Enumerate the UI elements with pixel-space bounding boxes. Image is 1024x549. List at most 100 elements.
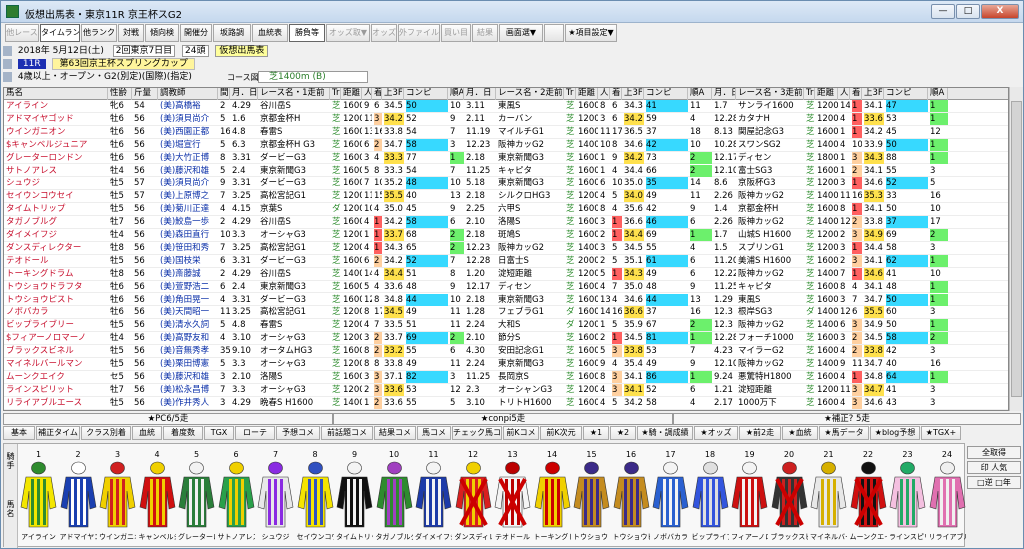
header-cell[interactable]: 着 (372, 88, 382, 100)
silk-item[interactable]: 18 ビップライブ (692, 450, 729, 546)
silk-item[interactable]: 22 ムーンクエイ (850, 450, 887, 546)
table-row[interactable]: マイネルバールマン牡556(美)栗田博憲53.3オーシャG3芝12008833.… (4, 358, 1008, 371)
table-row[interactable]: トウショウドラフタ牡656(美)萱野浩二62.4東京新聞G3芝16005433.… (4, 280, 1008, 294)
scroll-thumb[interactable] (1011, 101, 1022, 397)
view-button[interactable]: ★TGX+ (921, 426, 961, 440)
minimize-button[interactable]: — (931, 4, 955, 19)
silk-item[interactable]: 6 サトノアレス (218, 450, 255, 546)
header-cell[interactable]: 上3F (622, 88, 644, 100)
toolbar-button[interactable]: 傾向検 (145, 24, 179, 42)
silk-item[interactable]: 24 リライアブル (929, 450, 966, 546)
table-row[interactable]: ダンスディレクター牡856(美)笹田和秀73.25高松宮記G1芝12004134… (4, 241, 1008, 255)
course-map-link[interactable]: コース図 (227, 72, 259, 84)
view-button[interactable]: ★馬データ (819, 426, 869, 440)
header-cell[interactable]: 馬名 (4, 88, 108, 100)
toolbar-button[interactable]: 画面選▼ (499, 24, 543, 42)
header-cell[interactable]: 上3F (382, 88, 404, 100)
header-cell[interactable]: 順A (448, 88, 464, 100)
toolbar-button[interactable]: オッズ取▼ (326, 24, 370, 42)
view-button[interactable]: 前Kコメ (503, 426, 539, 440)
toolbar-button[interactable]: 勝負等 (289, 24, 325, 42)
header-cell[interactable]: 月．日 (464, 88, 496, 100)
header-cell[interactable]: コンピ (644, 88, 688, 100)
header-cell[interactable]: 月．日 (230, 88, 258, 100)
silk-item[interactable]: 23 ラインスピリ (889, 450, 926, 546)
silk-item[interactable]: 5 グレーターロ (178, 450, 215, 546)
toolbar-button[interactable]: 買い目 (441, 24, 471, 42)
toolbar-button[interactable] (544, 24, 564, 42)
table-row[interactable]: テオドール牡556(美)国枝栄63.31ダービーG3芝16006234.2527… (4, 254, 1008, 268)
silk-item[interactable]: 17 ノボバカラ (652, 450, 689, 546)
toolbar-button[interactable]: 外ファイル (398, 24, 440, 42)
section-header[interactable]: ★補正? 5走 (673, 413, 1021, 425)
silk-item[interactable]: 20 ブラックスピ (771, 450, 808, 546)
table-row[interactable]: $フィアーノロマーノ牡456(美)高野友和43.10オーシャG3芝1200323… (4, 332, 1008, 346)
view-button[interactable]: ★前2走 (739, 426, 781, 440)
header-cell[interactable]: 順A (928, 88, 948, 100)
view-button[interactable]: チェック馬コメ (452, 426, 502, 440)
silk-item[interactable]: 1 アイライン (20, 450, 57, 546)
view-button[interactable]: ★騎・調成績 (637, 426, 693, 440)
silk-item[interactable]: 19 フィアーノロ (731, 450, 768, 546)
silk-item[interactable]: 21 マイネルバー (810, 450, 847, 546)
silk-item[interactable]: 4 キャンベルジ (139, 450, 176, 546)
header-cell[interactable]: 人 (362, 88, 372, 100)
table-row[interactable]: アイライン牝654(美)高橋裕24.29谷川岳S芝16009634.550103… (4, 100, 1008, 113)
view-button[interactable]: ★オッズ (694, 426, 738, 440)
header-cell[interactable]: 調教師 (158, 88, 218, 100)
toolbar-button[interactable]: 対戦 (118, 24, 144, 42)
view-button[interactable]: クラス別着 (81, 426, 131, 440)
view-button[interactable]: 補正タイム (36, 426, 80, 440)
table-row[interactable]: $キャンベルジュニア牡656(美)堀宣行56.3京都金杯H G3芝1600623… (4, 138, 1008, 152)
silk-item[interactable]: 9 タイムトリッ (336, 450, 373, 546)
table-row[interactable]: アドマイヤゴッド牡656(美)須貝尚介51.6京都金杯H芝120011334.2… (4, 112, 1008, 126)
view-button[interactable]: ★1 (583, 426, 609, 440)
table-row[interactable]: リライアブルエース牡556(美)作井秀人34.29晩春S H1600芝14001… (4, 396, 1008, 410)
view-button[interactable]: 予想コメ (276, 426, 320, 440)
toolbar-button[interactable]: 結果 (472, 24, 498, 42)
silk-item[interactable]: 14 トーキングド (534, 450, 571, 546)
header-cell[interactable]: Tr (564, 88, 576, 100)
header-cell[interactable]: レース名・2走前 (496, 88, 564, 100)
right-panel-button[interactable]: 印 人気 (967, 461, 1021, 474)
view-button[interactable]: 馬コメ (417, 426, 451, 440)
silk-item[interactable]: 2 アドマイヤゴ (60, 450, 97, 546)
silk-item[interactable]: 7 シュウジ (257, 450, 294, 546)
table-row[interactable]: ビップライブリー牡556(美)清水久詞54.8春雷S芝12004733.5511… (4, 319, 1008, 333)
silk-item[interactable]: 12 ダンスディレ (455, 450, 492, 546)
silk-item[interactable]: 11 ダイメイフジ (415, 450, 452, 546)
view-button[interactable]: 前K次元 (540, 426, 582, 440)
toolbar-button[interactable]: タイムランク (40, 24, 80, 42)
toolbar-button[interactable]: 坂路調 (213, 24, 251, 42)
table-row[interactable]: ウインガニオン牡656(美)西園正都164.8春雷S芝1600131633.85… (4, 125, 1008, 139)
section-header[interactable]: ★PC6/5走 (3, 413, 333, 425)
table-row[interactable]: シュウジ牡557(美)須貝尚介93.31ダービーG3芝160071035.248… (4, 177, 1008, 191)
silk-item[interactable]: 3 ウインガニオ (99, 450, 136, 546)
right-panel-button[interactable]: 全取得 (967, 446, 1021, 459)
header-cell[interactable]: 順A (688, 88, 712, 100)
view-button[interactable]: 着度数 (163, 426, 203, 440)
table-row[interactable]: ダイメイフジ牡456(美)森田直行103.3オーシャG3芝12001133.76… (4, 229, 1008, 242)
table-row[interactable]: サトノアレス牡456(美)藤沢和雄52.4東京新聞G3芝16005833.354… (4, 164, 1008, 178)
silk-item[interactable]: 16 トウショウピ (613, 450, 650, 546)
header-cell[interactable]: 着 (610, 88, 622, 100)
silk-item[interactable]: 13 テオドール (494, 450, 531, 546)
toolbar-button[interactable]: 他ランク (81, 24, 117, 42)
header-cell[interactable]: 距離 (576, 88, 598, 100)
view-button[interactable]: 前話題コメ (321, 426, 373, 440)
header-cell[interactable]: 距離 (341, 88, 362, 100)
toolbar-button[interactable]: オッズ (371, 24, 397, 42)
header-cell[interactable]: 性齢 (108, 88, 132, 100)
toolbar-button[interactable]: ★項目設定▼ (565, 24, 617, 42)
view-button[interactable]: 血統 (132, 426, 162, 440)
silk-item[interactable]: 10 タガノブルグ (376, 450, 413, 546)
vertical-scrollbar[interactable] (1009, 87, 1023, 411)
view-button[interactable]: ローテ (235, 426, 275, 440)
table-row[interactable]: トーキングドラム牡856(美)斎藤誠24.29谷川岳S芝140014434.45… (4, 267, 1008, 281)
toolbar-button[interactable]: 血統表 (252, 24, 288, 42)
table-row[interactable]: タイムトリップ牡556(美)菊川正達44.15京葉Sダ120010435.045… (4, 203, 1008, 217)
header-cell[interactable]: コンピ (404, 88, 448, 100)
toolbar-button[interactable]: 開催分 (180, 24, 212, 42)
header-cell[interactable]: 人 (838, 88, 850, 100)
header-cell[interactable]: 月．日 (712, 88, 736, 100)
